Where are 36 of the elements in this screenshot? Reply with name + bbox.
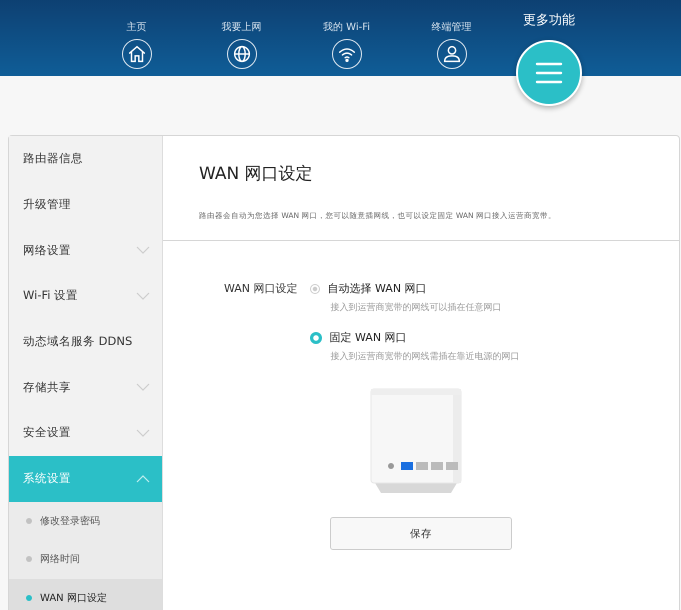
- field-label: WAN 网口设定: [224, 281, 298, 297]
- radio-button[interactable]: [310, 332, 322, 344]
- bullet-icon: [26, 556, 32, 562]
- bullet-icon: [26, 594, 32, 601]
- sidebar-item[interactable]: 动态域名服务 DDNS: [9, 318, 162, 364]
- nav-button[interactable]: [436, 39, 466, 69]
- sidebar-item[interactable]: Wi-Fi 设置: [9, 273, 162, 319]
- sidebar-subitem[interactable]: 网络时间: [9, 540, 162, 578]
- chevron-up-icon: [136, 474, 150, 483]
- chevron-down-icon: [136, 428, 150, 437]
- sidebar-item[interactable]: 路由器信息: [9, 136, 162, 182]
- nav-button[interactable]: [332, 39, 362, 69]
- sidebar-item[interactable]: 升级管理: [9, 182, 162, 228]
- nav-label: 终端管理: [432, 21, 472, 35]
- page-title: WAN 网口设定: [199, 163, 314, 185]
- sidebar-subitem[interactable]: 修改登录密码: [9, 502, 162, 540]
- radio-button[interactable]: [310, 284, 320, 294]
- chevron-down-icon: [136, 292, 150, 300]
- chevron-down-icon: [136, 383, 150, 392]
- nav-label: 我要上网: [222, 21, 262, 35]
- sidebar-item[interactable]: 网络设置: [9, 227, 162, 274]
- chevron-down-icon: [136, 246, 150, 254]
- nav-button[interactable]: [122, 39, 152, 69]
- sidebar-item[interactable]: 安全设置: [9, 410, 162, 456]
- option-hint: 接入到运营商宽带的网线可以插在任意网口: [330, 302, 503, 314]
- option-hint: 接入到运营商宽带的网线需插在靠近电源的网口: [330, 350, 520, 363]
- nav-label: 更多功能: [523, 12, 575, 30]
- sidebar-subitem[interactable]: WAN 网口设定: [9, 578, 162, 610]
- bullet-icon: [26, 518, 32, 524]
- radio-option[interactable]: 固定 WAN 网口: [310, 330, 520, 346]
- radio-option[interactable]: 自动选择 WAN 网口: [310, 281, 520, 297]
- save-button[interactable]: 保存: [330, 517, 512, 550]
- nav-button[interactable]: [226, 39, 256, 69]
- nav-label: 我的 Wi-Fi: [322, 21, 370, 35]
- nav-label: 主页: [126, 21, 146, 35]
- sidebar-item[interactable]: 存储共享: [9, 364, 162, 410]
